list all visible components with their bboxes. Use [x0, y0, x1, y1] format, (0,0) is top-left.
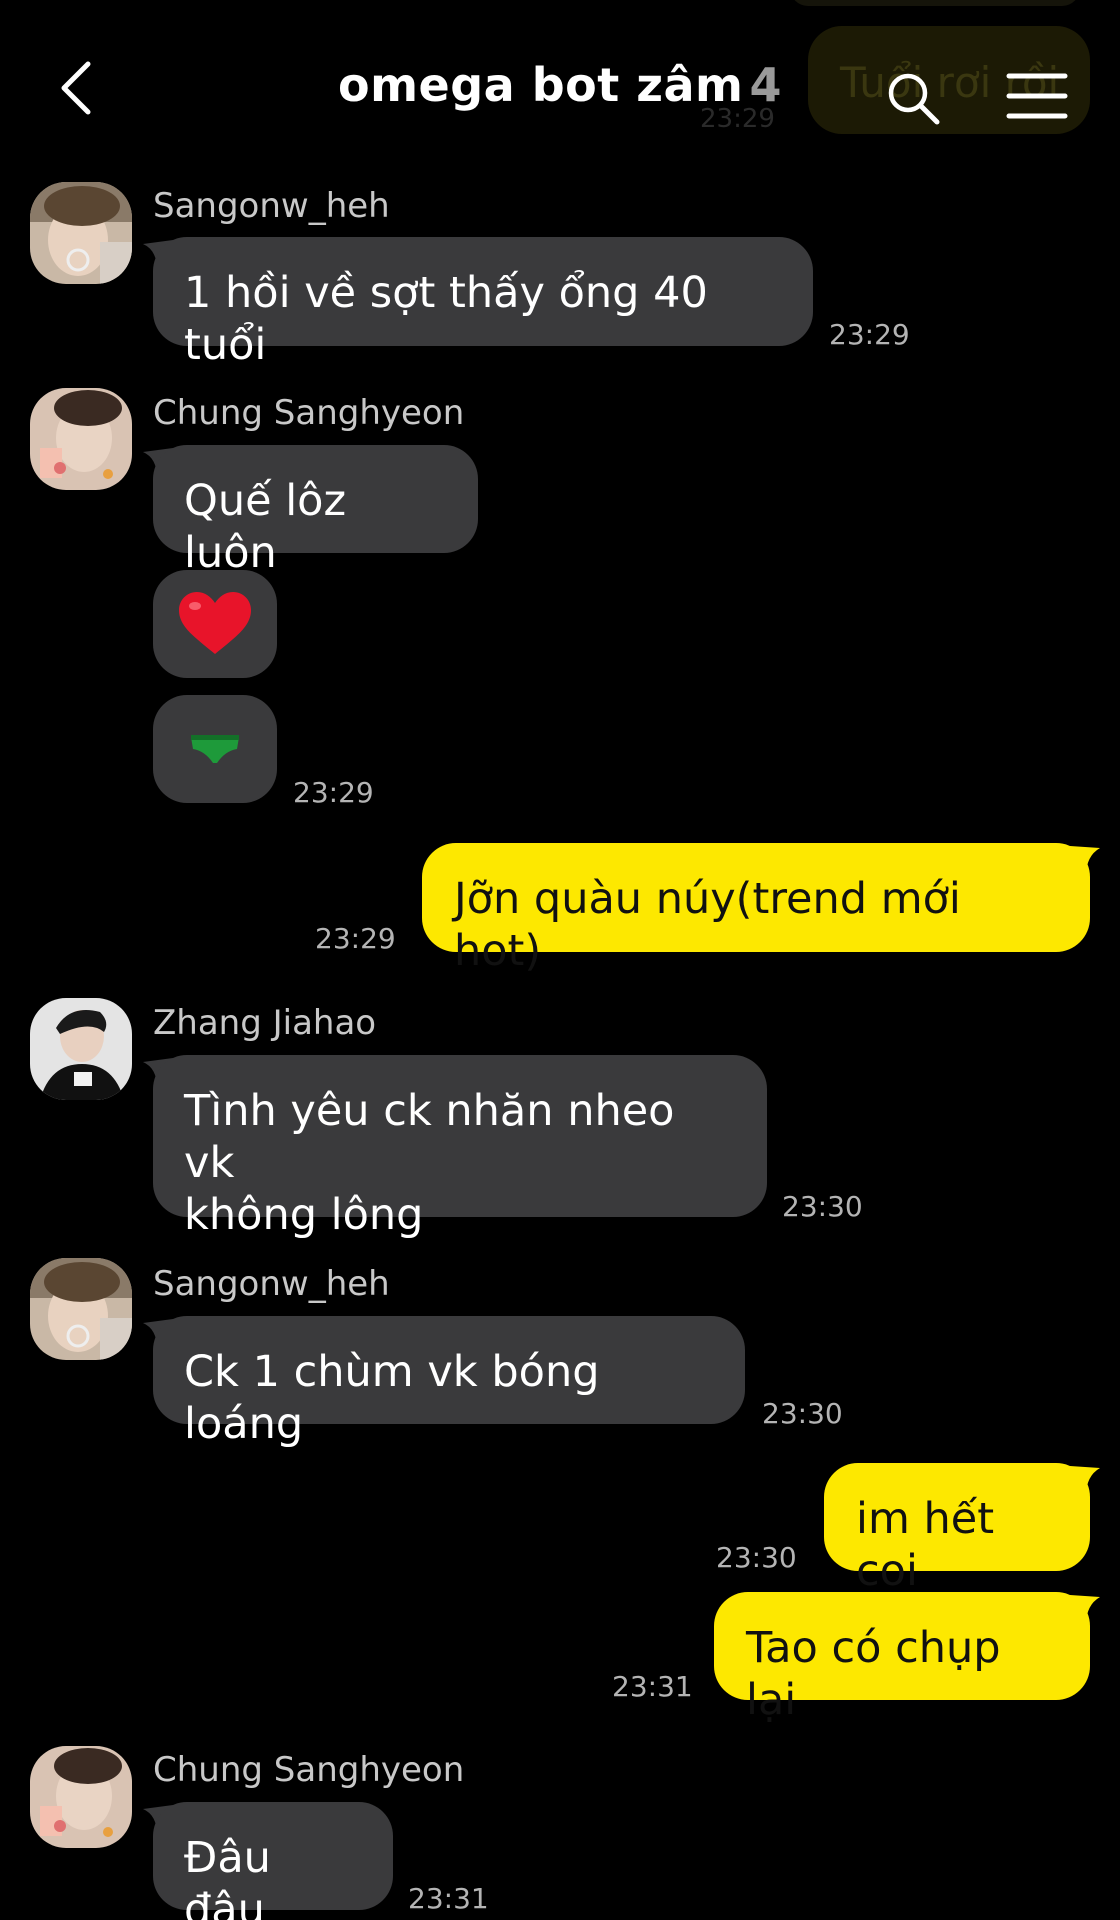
message-time: 23:31 [612, 1670, 693, 1703]
avatar-image [30, 998, 132, 1100]
sender-name: Chung Sanghyeon [153, 393, 465, 433]
avatar[interactable] [30, 182, 132, 284]
message-text: 1 hồi về sợt thấy ổng 40 tuổi [184, 268, 708, 370]
emoji-message-bubble[interactable] [153, 570, 277, 678]
avatar[interactable] [30, 1258, 132, 1360]
sender-name: Zhang Jiahao [153, 1003, 377, 1043]
message-time: 23:31 [408, 1882, 489, 1915]
avatar[interactable] [30, 998, 132, 1100]
avatar-image [30, 1258, 132, 1360]
message-bubble[interactable]: Quế lôz luôn [153, 445, 478, 578]
message-time: 23:30 [716, 1541, 797, 1574]
member-count: 4 [749, 58, 782, 112]
message-bubble[interactable]: 1 hồi về sợt thấy ổng 40 tuổi [153, 237, 813, 370]
message-bubble[interactable]: Jỡn quàu núy(trend mới hot) [422, 843, 1090, 976]
message-text: Quế lôz luôn [184, 476, 347, 578]
message-text-line: không lông [184, 1190, 424, 1240]
message-bubble[interactable]: Ck 1 chùm vk bóng loáng [153, 1316, 745, 1449]
message-text: Tao có chụp lại [746, 1623, 1001, 1725]
message-text-line: Tình yêu ck nhăn nheo vk [184, 1086, 675, 1188]
chat-screen: Tuổi rơi rồi 23:29 omega bot zâm 4 Sango… [0, 0, 1120, 1920]
message-text: Đâu đâu [184, 1833, 271, 1920]
message-text: Jỡn quàu núy(trend mới hot) [454, 874, 961, 976]
chat-title: omega bot zâm 4 [0, 58, 1120, 112]
chat-header: omega bot zâm 4 [0, 0, 1120, 175]
message-bubble[interactable]: Tao có chụp lại [714, 1592, 1090, 1725]
avatar-image [30, 182, 132, 284]
sender-name: Sangonw_heh [153, 1264, 390, 1304]
search-icon [888, 73, 940, 125]
avatar-image [30, 1746, 132, 1848]
message-time: 23:29 [829, 318, 910, 351]
avatar[interactable] [30, 1746, 132, 1848]
sender-name: Sangonw_heh [153, 186, 390, 226]
red-heart-emoji-icon [179, 592, 251, 654]
sender-name: Chung Sanghyeon [153, 1750, 465, 1790]
message-bubble[interactable]: im hết coi [824, 1463, 1090, 1596]
message-time: 23:30 [782, 1190, 863, 1223]
green-underwear-icon [191, 735, 239, 763]
message-text: Ck 1 chùm vk bóng loáng [184, 1347, 600, 1449]
message-time: 23:29 [315, 922, 396, 955]
hamburger-menu-icon [1006, 73, 1068, 119]
chat-name: omega bot zâm [337, 58, 744, 112]
menu-button[interactable] [1006, 72, 1068, 122]
search-button[interactable] [885, 70, 943, 128]
avatar-image [30, 388, 132, 490]
sticker-message-bubble[interactable] [153, 695, 277, 803]
message-text: im hết coi [856, 1494, 995, 1596]
message-bubble[interactable]: Đâu đâu [153, 1802, 393, 1920]
message-time: 23:29 [293, 776, 374, 809]
avatar[interactable] [30, 388, 132, 490]
message-time: 23:30 [762, 1397, 843, 1430]
message-bubble[interactable]: Tình yêu ck nhăn nheo vk không lông [153, 1055, 767, 1240]
